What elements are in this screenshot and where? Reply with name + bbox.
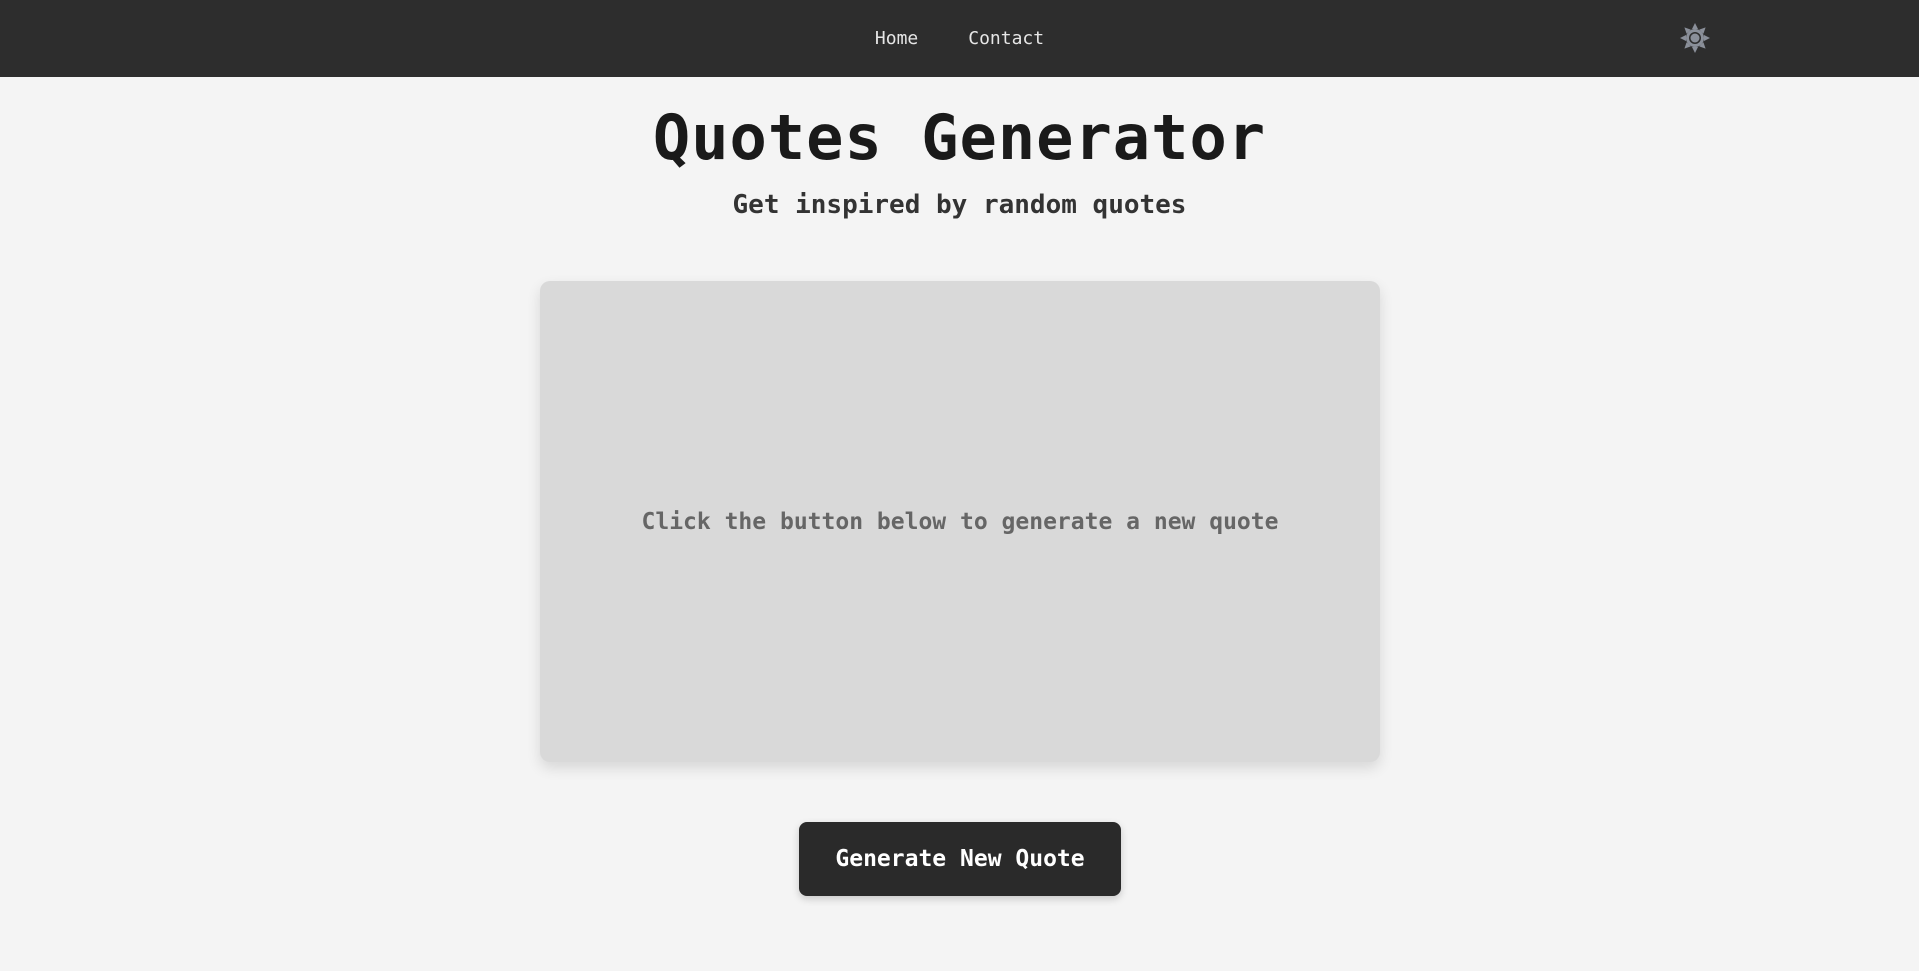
generate-quote-button[interactable]: Generate New Quote (799, 822, 1121, 896)
theme-toggle-button[interactable] (1677, 20, 1713, 56)
nav-links: Home Contact (0, 0, 1919, 77)
navbar: Home Contact (0, 0, 1919, 77)
quote-text: Click the button below to generate a new… (641, 508, 1279, 535)
nav-link-contact[interactable]: Contact (968, 28, 1044, 49)
page-subtitle: Get inspired by random quotes (732, 190, 1187, 220)
page-title: Quotes Generator (652, 101, 1267, 174)
sun-icon (1680, 23, 1710, 53)
quote-card: Click the button below to generate a new… (540, 281, 1380, 762)
nav-link-home[interactable]: Home (875, 28, 918, 49)
